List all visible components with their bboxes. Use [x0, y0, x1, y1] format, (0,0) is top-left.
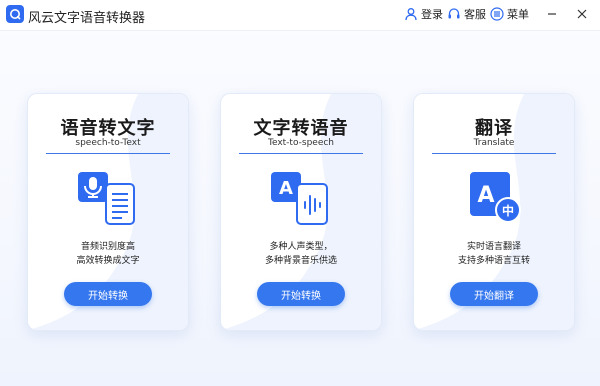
start-translate-button[interactable]: 开始翻译 — [450, 282, 538, 306]
service-label: 客服 — [464, 8, 486, 21]
card-description: 音频识别度高 高效转换成文字 — [28, 240, 188, 268]
login-label: 登录 — [421, 8, 443, 21]
card-divider — [239, 153, 363, 154]
text-to-speech-card[interactable]: 文字转语音 Text-to-speech A 多种人声类型， 多种背景音乐供选 … — [220, 93, 382, 331]
user-icon — [405, 8, 417, 21]
svg-text:A: A — [477, 183, 494, 208]
card-description: 实时语言翻译 支持多种语言互转 — [414, 240, 574, 268]
app-logo-icon — [6, 5, 24, 23]
close-button[interactable] — [574, 6, 590, 22]
translate-card[interactable]: 翻译 Translate A 中 实时语言翻译 支持多种语言互转 开始翻译 — [413, 93, 575, 331]
card-description: 多种人声类型， 多种背景音乐供选 — [221, 240, 381, 268]
minimize-icon — [548, 13, 556, 15]
card-subtitle: Text-to-speech — [267, 138, 335, 148]
start-convert-button[interactable]: 开始转换 — [257, 282, 345, 306]
start-convert-button[interactable]: 开始转换 — [64, 282, 152, 306]
description-line: 多种人声类型， — [269, 242, 333, 252]
customer-service-button[interactable]: 客服 — [447, 6, 486, 22]
svg-text:A: A — [279, 178, 293, 199]
description-line: 支持多种语言互转 — [457, 256, 530, 266]
login-button[interactable]: 登录 — [404, 6, 443, 22]
menu-label: 菜单 — [507, 8, 529, 21]
card-subtitle: speech-to-Text — [75, 138, 141, 148]
text-to-speech-icon: A — [271, 172, 328, 225]
card-title: 翻译 — [475, 118, 513, 139]
description-line: 多种背景音乐供选 — [264, 256, 337, 266]
speech-to-text-icon — [78, 172, 135, 225]
menu-icon — [490, 7, 504, 21]
card-subtitle: Translate — [473, 138, 515, 148]
description-line: 音频识别度高 — [80, 242, 135, 252]
app-title: 风云文字语音转换器 — [28, 11, 146, 26]
svg-text:中: 中 — [502, 203, 514, 218]
description-line: 实时语言翻译 — [466, 242, 521, 252]
speech-to-text-card[interactable]: 语音转文字 speech-to-Text 音频识别度高 高效转换成文字 开始转换 — [27, 93, 189, 331]
close-icon — [577, 9, 587, 19]
menu-button[interactable]: 菜单 — [490, 6, 529, 22]
card-title: 语音转文字 — [60, 118, 156, 139]
headset-icon — [448, 8, 460, 19]
minimize-button[interactable] — [544, 6, 560, 22]
card-divider — [46, 153, 170, 154]
card-title: 文字转语音 — [253, 118, 349, 139]
card-divider — [432, 153, 556, 154]
translate-icon: A 中 — [470, 172, 521, 223]
description-line: 高效转换成文字 — [76, 256, 140, 266]
title-bar: 风云文字语音转换器 登录 客服 菜单 — [0, 0, 600, 31]
